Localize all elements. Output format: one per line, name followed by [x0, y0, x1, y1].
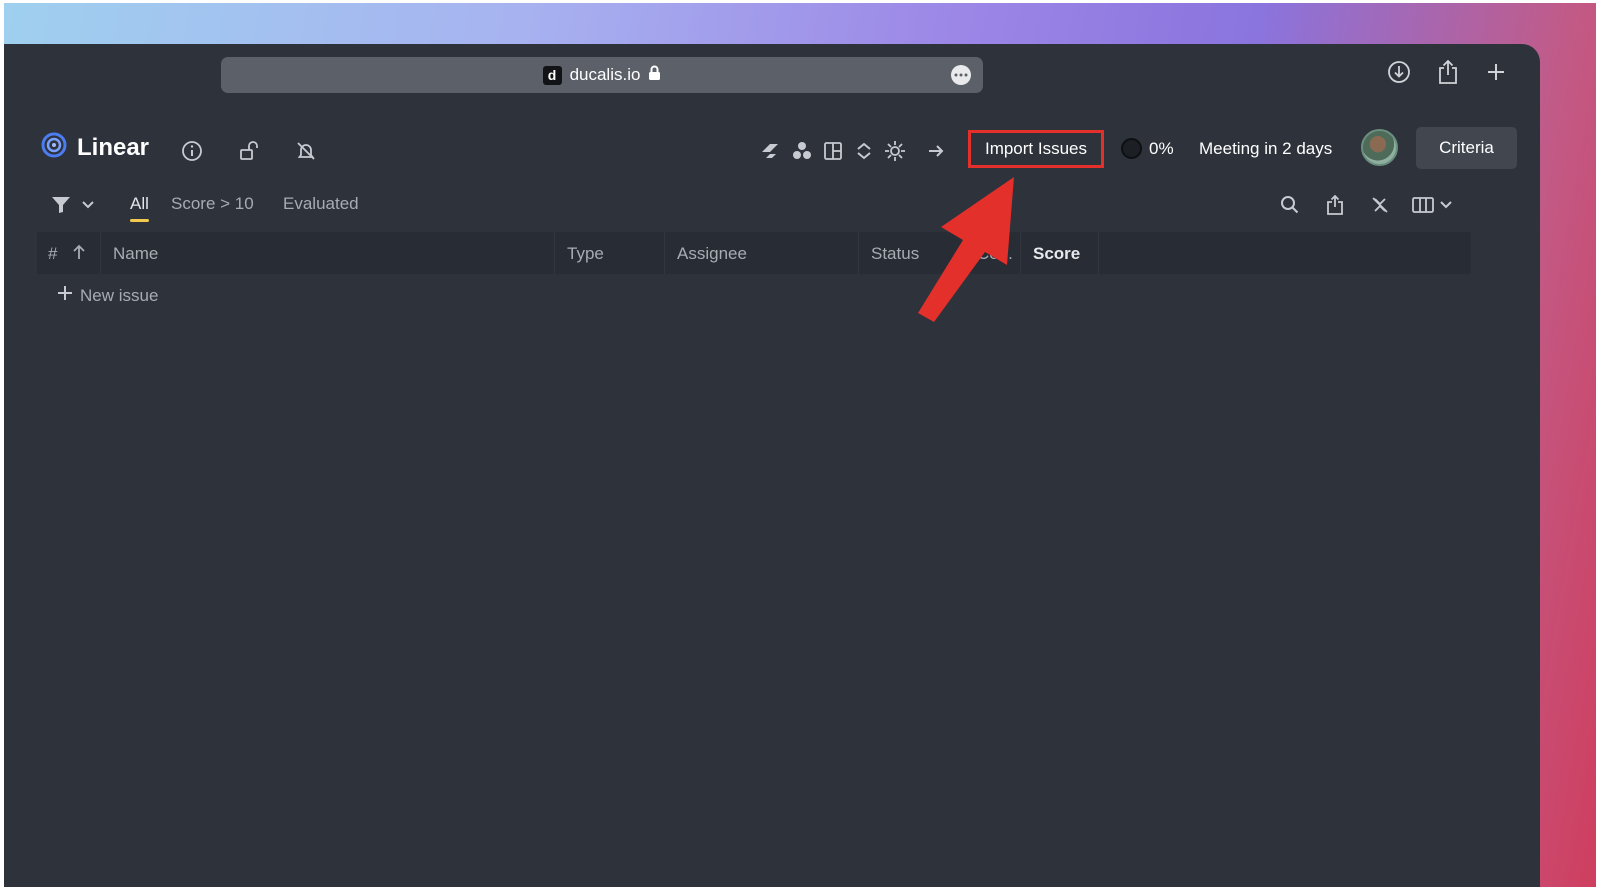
- share-icon[interactable]: [1434, 58, 1462, 86]
- browser-window: d ducalis.io Linear Import Issues 0% Mee…: [4, 44, 1540, 887]
- criteria-button[interactable]: Criteria: [1416, 127, 1517, 169]
- tab-evaluated[interactable]: Evaluated: [283, 194, 359, 214]
- new-issue-label: New issue: [80, 285, 159, 305]
- column-divider: [100, 232, 101, 274]
- info-icon[interactable]: [179, 138, 205, 164]
- column-status[interactable]: Status: [871, 244, 919, 264]
- download-icon[interactable]: [1385, 58, 1413, 86]
- filter-icon[interactable]: [47, 192, 75, 218]
- column-assignee[interactable]: Assignee: [677, 244, 747, 264]
- chevron-down-icon[interactable]: [74, 192, 102, 218]
- lock-icon: [648, 65, 661, 86]
- columns-chevron-down-icon[interactable]: [1432, 192, 1460, 218]
- sort-ascending-icon[interactable]: [72, 244, 86, 265]
- column-number[interactable]: #: [48, 244, 57, 264]
- column-type[interactable]: Type: [567, 244, 604, 264]
- progress-label: 0%: [1149, 138, 1174, 158]
- board-icon[interactable]: [820, 138, 846, 164]
- progress-ring-icon: [1121, 138, 1142, 159]
- column-truncated[interactable]: Co...: [977, 244, 1013, 264]
- tab-all[interactable]: All: [130, 194, 149, 222]
- column-divider: [664, 232, 665, 274]
- settings-icon[interactable]: [882, 138, 908, 164]
- voting-icon[interactable]: [789, 138, 815, 164]
- search-icon[interactable]: [1276, 192, 1304, 218]
- column-name[interactable]: Name: [113, 244, 158, 264]
- url-text: ducalis.io: [569, 65, 641, 84]
- workspace-brand[interactable]: Linear: [41, 132, 149, 163]
- column-divider: [964, 232, 965, 274]
- evaluation-progress[interactable]: 0%: [1121, 138, 1174, 159]
- meeting-label[interactable]: Meeting in 2 days: [1199, 139, 1332, 159]
- column-divider: [1020, 232, 1021, 274]
- hide-fields-icon[interactable]: [1366, 192, 1394, 218]
- new-issue-button[interactable]: New issue: [56, 284, 158, 307]
- tab-score-gt-10[interactable]: Score > 10: [171, 194, 254, 214]
- avatar[interactable]: [1361, 129, 1398, 166]
- site-favicon: d: [542, 65, 562, 85]
- column-divider: [1098, 232, 1099, 274]
- more-icon[interactable]: [951, 65, 971, 85]
- sort-toggle-icon[interactable]: [851, 138, 877, 164]
- new-tab-icon[interactable]: [1482, 58, 1510, 86]
- column-score[interactable]: Score: [1033, 244, 1080, 264]
- unlock-icon[interactable]: [236, 138, 262, 164]
- arrow-right-icon[interactable]: [923, 138, 949, 164]
- jira-icon[interactable]: [757, 138, 783, 164]
- plus-icon: [56, 284, 74, 307]
- import-issues-button[interactable]: Import Issues: [968, 130, 1104, 168]
- export-icon[interactable]: [1321, 192, 1349, 218]
- address-bar[interactable]: d ducalis.io: [221, 57, 983, 93]
- linear-logo-icon: [41, 132, 67, 163]
- workspace-name: Linear: [77, 133, 150, 161]
- column-divider: [554, 232, 555, 274]
- column-divider: [858, 232, 859, 274]
- table-header: # Name Type Assignee Status Co... Score: [37, 232, 1471, 274]
- filter-toolbar: All Score > 10 Evaluated: [4, 184, 1540, 224]
- notifications-off-icon[interactable]: [293, 138, 319, 164]
- app-header: Linear Import Issues 0% Meeting in 2 day…: [4, 124, 1540, 174]
